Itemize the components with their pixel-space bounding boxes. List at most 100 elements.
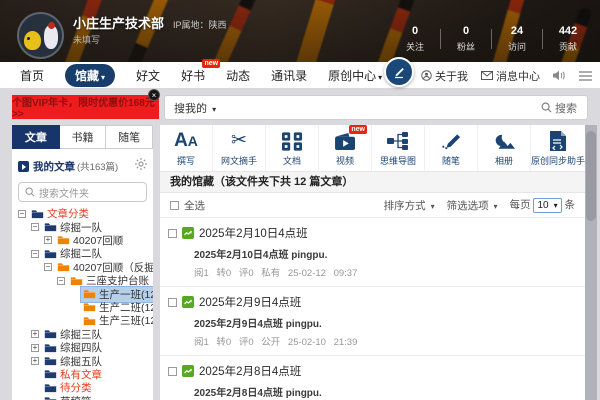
article-item: 2025年2月8日4点班 2025年2月8日4点班 pingpu. 阅1 转0 …: [160, 356, 585, 400]
about-me-link[interactable]: 关于我: [421, 68, 468, 84]
avatar-figure-white: [44, 25, 58, 49]
sidebar-tab-书籍[interactable]: 书籍: [60, 125, 107, 149]
folder-search-box[interactable]: 搜索文件夹: [18, 182, 147, 202]
scrollbar[interactable]: [585, 125, 597, 400]
folder-tree-item[interactable]: − 文章分类: [12, 207, 153, 220]
avatar[interactable]: [17, 12, 64, 59]
article-checkbox[interactable]: [168, 298, 177, 307]
folder-tree-item[interactable]: + 综掘五队: [12, 354, 153, 367]
article-title[interactable]: 2025年2月9日4点班: [199, 294, 301, 310]
sync-doc-icon: [549, 129, 567, 153]
nav-item-首页[interactable]: 首页: [20, 67, 44, 84]
nav-item-原创中心[interactable]: 原创中心▾: [328, 67, 382, 84]
scrollbar-thumb[interactable]: [586, 131, 596, 221]
create-tool-撰写[interactable]: AA 撰写: [160, 125, 212, 171]
stat-value: 0: [397, 25, 433, 37]
sidebar-tab-随笔[interactable]: 随笔: [106, 125, 153, 149]
folder-tree-item[interactable]: 待分类: [12, 381, 153, 394]
folder-tree-item[interactable]: + 综掘三队: [12, 328, 153, 341]
folder-icon: [31, 209, 44, 219]
expander-icon[interactable]: −: [31, 250, 39, 258]
avatar-figure-yellow: [24, 31, 41, 50]
create-tool-思维导图[interactable]: 思维导图: [371, 125, 424, 171]
folder-tree-item[interactable]: − 三座支护台账: [12, 274, 153, 287]
sort-dropdown[interactable]: 排序方式 ▾: [384, 198, 435, 213]
nav-item-动态[interactable]: 动态: [226, 67, 250, 84]
folder-tree-item[interactable]: 生产二班(12): [12, 301, 153, 314]
folder-tree-item[interactable]: 生产一班(12): [12, 287, 153, 300]
expander-icon[interactable]: −: [57, 277, 65, 285]
expander-icon[interactable]: −: [18, 210, 26, 218]
message-center-link[interactable]: 消息中心: [481, 68, 540, 84]
folder-icon: [83, 316, 96, 326]
article-title[interactable]: 2025年2月10日4点班: [199, 225, 308, 241]
stat-label: 访问: [499, 40, 535, 53]
folder-tree-item[interactable]: + 综掘四队: [12, 341, 153, 354]
create-tool-随笔[interactable]: 随笔: [424, 125, 477, 171]
folder-icon: [44, 249, 57, 259]
select-all-checkbox[interactable]: [170, 201, 179, 210]
chevron-down-icon: ▾: [101, 73, 105, 82]
create-tool-相册[interactable]: 相册: [477, 125, 530, 171]
create-tool-原创同步助手[interactable]: 原创同步助手: [530, 125, 585, 171]
list-view-button[interactable]: [579, 71, 592, 81]
folder-tree-item[interactable]: 生产三班(12): [12, 314, 153, 327]
collapse-arrow-icon[interactable]: [18, 161, 29, 172]
folder-tree-item[interactable]: 草稿箱: [12, 394, 153, 400]
create-tool-视频[interactable]: 视频 new: [318, 125, 371, 171]
folder-icon: [83, 289, 96, 299]
expander-icon[interactable]: +: [31, 357, 39, 365]
article-checkbox[interactable]: [168, 367, 177, 376]
filter-dropdown[interactable]: 筛选选项 ▾: [447, 198, 498, 213]
article-snippet: 2025年2月8日4点班 pingpu.: [194, 384, 577, 399]
folder-tree-item[interactable]: − 40207回顺（反掘）: [12, 261, 153, 274]
select-all-label: 全选: [184, 198, 205, 213]
expander-icon[interactable]: +: [44, 236, 52, 244]
folder-settings-button[interactable]: [135, 157, 147, 175]
folder-label: 草稿箱: [60, 394, 92, 400]
nav-item-馆藏[interactable]: 馆藏▾: [65, 64, 115, 87]
article-snippet: 2025年2月10日4点班 pingpu.: [194, 246, 577, 261]
about-me-label: 关于我: [435, 68, 468, 84]
stat-label: 贡献: [550, 40, 586, 53]
folder-tree-item[interactable]: − 综掘一队: [12, 220, 153, 233]
nav-item-好书[interactable]: 好书new: [181, 67, 205, 84]
folder-icon: [44, 329, 57, 339]
folder-tree-item[interactable]: + 40207回顺: [12, 234, 153, 247]
folder-icon: [44, 343, 57, 353]
folder-tree-item[interactable]: − 综掘二队: [12, 247, 153, 260]
gear-icon: [135, 158, 147, 170]
article-title[interactable]: 2025年2月8日4点班: [199, 363, 301, 379]
create-tool-网文摘手[interactable]: ✂ 网文摘手: [212, 125, 265, 171]
speaker-icon: [553, 70, 566, 81]
folder-icon: [44, 396, 57, 400]
nav-item-通讯录[interactable]: 通讯录: [271, 67, 307, 84]
expander-icon[interactable]: +: [31, 344, 39, 352]
expander-icon[interactable]: −: [31, 223, 39, 231]
write-article-button[interactable]: [384, 57, 414, 87]
article-checkbox[interactable]: [168, 229, 177, 238]
search-button[interactable]: 搜索: [541, 100, 587, 116]
search-icon: [25, 187, 35, 197]
per-page-select[interactable]: 10▾: [533, 198, 561, 213]
article-item: 2025年2月10日4点班 2025年2月10日4点班 pingpu. 阅1 转…: [160, 218, 585, 287]
nav-item-好文[interactable]: 好文: [136, 67, 160, 84]
folder-search-placeholder: 搜索文件夹: [39, 185, 89, 200]
my-articles-header: 我的文章 (共163篇): [18, 157, 147, 175]
create-tool-label: 视频: [336, 154, 354, 167]
create-tool-文档[interactable]: 文档: [265, 125, 318, 171]
search-scope-dropdown[interactable]: 搜我的 ▾: [165, 100, 225, 116]
folder-tree-item[interactable]: 私有文章: [12, 368, 153, 381]
expander-icon[interactable]: +: [31, 330, 39, 338]
vip-promo-banner[interactable]: 个图VIP年卡，限时优惠价168元>>: [12, 95, 159, 119]
create-tool-label: 相册: [495, 154, 513, 167]
pencil-write-icon: [392, 65, 406, 79]
folder-icon: [44, 356, 57, 366]
per-page-prefix: 每页: [510, 199, 531, 211]
expander-icon[interactable]: −: [44, 263, 52, 271]
promo-close-button[interactable]: ×: [148, 89, 160, 101]
audio-toggle[interactable]: [553, 70, 566, 81]
person-circle-icon: [421, 70, 432, 81]
search-input[interactable]: [225, 96, 541, 119]
sidebar-tab-文章[interactable]: 文章: [12, 125, 60, 149]
